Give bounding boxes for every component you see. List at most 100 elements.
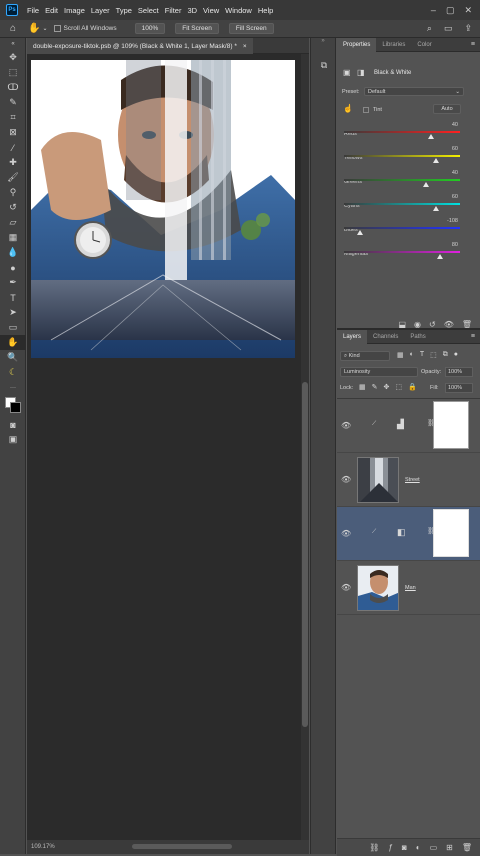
move-tool-icon[interactable]: ✥ [0,50,26,65]
slider-thumb[interactable] [357,230,364,235]
filter-toggle-icon[interactable]: ● [454,351,458,359]
slider-track[interactable] [344,251,460,253]
vertical-scroll-thumb[interactable] [302,382,308,727]
path-selection-tool-icon[interactable]: ➤ [0,305,26,320]
layer-mask-thumbnail[interactable] [433,509,469,557]
screen-mode-icon[interactable]: ▣ [0,432,26,447]
eye-icon[interactable]: 👁 [341,421,351,430]
menu-filter[interactable]: Filter [162,6,185,15]
layer-name[interactable]: Man [405,585,416,591]
close-window-button[interactable]: ✕ [464,5,472,16]
shape-filter-icon[interactable]: ⬚ [430,351,437,359]
menu-help[interactable]: Help [255,6,276,15]
lock-artboard-icon[interactable]: ⬚ [395,383,402,391]
slider-thumb[interactable] [437,254,444,259]
quick-select-tool-icon[interactable]: ✎ [0,95,26,110]
slider-track[interactable] [344,131,460,133]
hand-tool-icon[interactable]: ✋ [28,23,40,34]
opacity-input[interactable]: 100% [445,367,473,377]
eye-icon[interactable]: 👁 [341,583,351,592]
toolbar-collapse-icon[interactable]: « [0,38,26,50]
layer-mask-thumbnail[interactable] [433,401,469,449]
dock-collapse-icon[interactable]: » [311,38,335,52]
slider-value[interactable]: 60 [452,194,458,200]
menu-image[interactable]: Image [61,6,88,15]
slider-value[interactable]: 40 [452,170,458,176]
layer-row[interactable]: 👁 ⟋ ▟ ⛓ [337,399,480,453]
menu-file[interactable]: File [24,6,42,15]
clone-stamp-tool-icon[interactable]: ⚲ [0,185,26,200]
canvas-area[interactable] [27,54,309,840]
slider-thumb[interactable] [428,134,434,139]
zoom-tool-icon[interactable]: 🔍 [0,350,26,365]
slider-3[interactable]: Cyans 60 [344,194,468,212]
close-tab-icon[interactable]: × [243,43,247,50]
slider-2[interactable]: Greens 40 [344,170,468,188]
slider-track[interactable] [344,203,460,205]
fx-icon[interactable]: ƒ [388,843,392,852]
healing-brush-tool-icon[interactable]: ✚ [0,155,26,170]
maximize-button[interactable]: ▢ [446,5,455,16]
new-adjustment-icon[interactable]: ◐ [416,843,421,852]
menu-layer[interactable]: Layer [88,6,113,15]
document-tab[interactable]: double-exposure-tiktok.psb @ 109% (Black… [27,38,253,54]
background-color-swatch[interactable] [10,402,21,413]
layer-row-selected[interactable]: 👁 ⟋ ◧ ⛓ [337,507,480,561]
lock-all-icon[interactable]: 🔒 [408,383,417,391]
menu-window[interactable]: Window [222,6,255,15]
lasso-tool-icon[interactable]: ↀ [0,80,26,95]
panel-menu-icon[interactable]: ≡ [471,41,480,48]
new-layer-icon[interactable]: ⊞ [446,843,453,852]
frame-tool-icon[interactable]: ⊠ [0,125,26,140]
color-swatches[interactable] [0,395,25,417]
eye-icon[interactable]: 👁 [341,475,351,484]
layer-thumbnail[interactable] [357,457,399,503]
tab-layers[interactable]: Layers [337,329,368,344]
menu-type[interactable]: Type [113,6,135,15]
slider-track[interactable] [344,155,460,157]
menu-view[interactable]: View [200,6,222,15]
adjustment-filter-icon[interactable]: ◐ [410,351,414,359]
horizontal-scroll-thumb[interactable] [132,844,232,849]
menu-select[interactable]: Select [135,6,162,15]
layer-thumbnail[interactable] [357,565,399,611]
slider-0[interactable]: Reds 40 [344,122,468,140]
smart-object-filter-icon[interactable]: ⧉ [443,351,448,359]
document-canvas[interactable] [31,60,295,358]
marquee-tool-icon[interactable]: ⬚ [0,65,26,80]
shape-tool-icon[interactable]: ▭ [0,320,26,335]
type-filter-icon[interactable]: T [420,351,424,359]
slider-value[interactable]: 40 [452,122,458,128]
tint-checkbox[interactable] [363,107,369,113]
home-icon[interactable]: ⌂ [10,23,16,34]
tab-channels[interactable]: Channels [367,330,404,344]
slider-value[interactable]: 80 [452,242,458,248]
slider-track[interactable] [344,227,460,229]
chevron-down-icon[interactable]: ⌄ [43,25,48,32]
lock-position-icon[interactable]: ✥ [384,383,390,391]
slider-track[interactable] [344,179,460,181]
link-layers-icon[interactable]: ⛓ [369,843,379,852]
zoom-100-button[interactable]: 100% [134,23,166,34]
blend-mode-select[interactable]: Luminosity [340,367,418,377]
filter-kind-select[interactable]: ⌕ Kind [340,351,390,361]
add-mask-icon[interactable]: ◙ [402,843,407,852]
crop-tool-icon[interactable]: ⌗ [0,110,26,125]
menu-edit[interactable]: Edit [42,6,61,15]
dodge-tool-icon[interactable]: ● [0,260,26,275]
lock-pixels-icon[interactable]: ✎ [372,383,378,391]
delete-layer-icon[interactable]: 🗑 [462,843,472,852]
workspace-icon[interactable]: ▭ [444,23,453,34]
vertical-scrollbar[interactable] [301,54,309,840]
layer-name[interactable]: Street [405,477,420,483]
slider-thumb[interactable] [432,158,439,163]
fit-screen-button[interactable]: Fit Screen [175,23,219,34]
pen-tool-icon[interactable]: ✒ [0,275,26,290]
auto-button[interactable]: Auto [433,104,461,114]
brush-tool-icon[interactable]: 🖌 [0,170,26,185]
slider-5[interactable]: Magentas 80 [344,242,468,260]
scroll-all-windows-checkbox[interactable] [53,25,61,32]
lock-transparency-icon[interactable]: ▦ [359,383,366,391]
layer-row[interactable]: 👁 Street [337,453,480,507]
search-icon[interactable]: ⌕ [427,23,432,34]
